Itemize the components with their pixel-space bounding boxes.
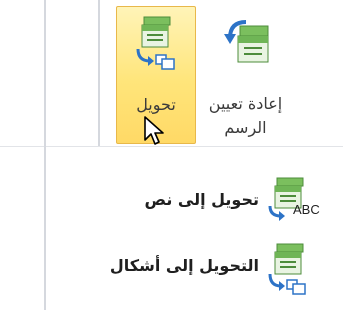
ribbon: تحويل إعادة تعيين الرسم	[0, 0, 343, 146]
convert-to-shapes-icon	[267, 242, 319, 302]
convert-icon	[134, 13, 178, 77]
menu-divider	[0, 146, 343, 147]
convert-to-shapes-label: التحويل إلى أشكال	[109, 256, 259, 275]
reset-graphic-label: إعادة تعيين الرسم	[203, 92, 288, 140]
reset-graphic-icon	[216, 12, 276, 76]
ribbon-divider	[98, 0, 100, 146]
menu-item-convert-to-text[interactable]: ABC تحويل إلى نص	[44, 172, 343, 242]
convert-button-label: تحويل	[136, 95, 176, 114]
reset-graphic-label-line1: إعادة تعيين	[208, 94, 283, 113]
abc-caption: ABC	[293, 202, 320, 217]
reset-graphic-label-line2: الرسم	[224, 118, 267, 137]
convert-to-text-icon: ABC	[267, 176, 320, 232]
convert-to-text-label: تحويل إلى نص	[144, 190, 259, 209]
reset-graphic-button[interactable]: إعادة تعيين الرسم	[203, 6, 288, 144]
menu-item-convert-to-shapes[interactable]: التحويل إلى أشكال	[44, 238, 343, 308]
ribbon-divider	[44, 0, 46, 146]
mouse-pointer-icon	[144, 116, 166, 150]
